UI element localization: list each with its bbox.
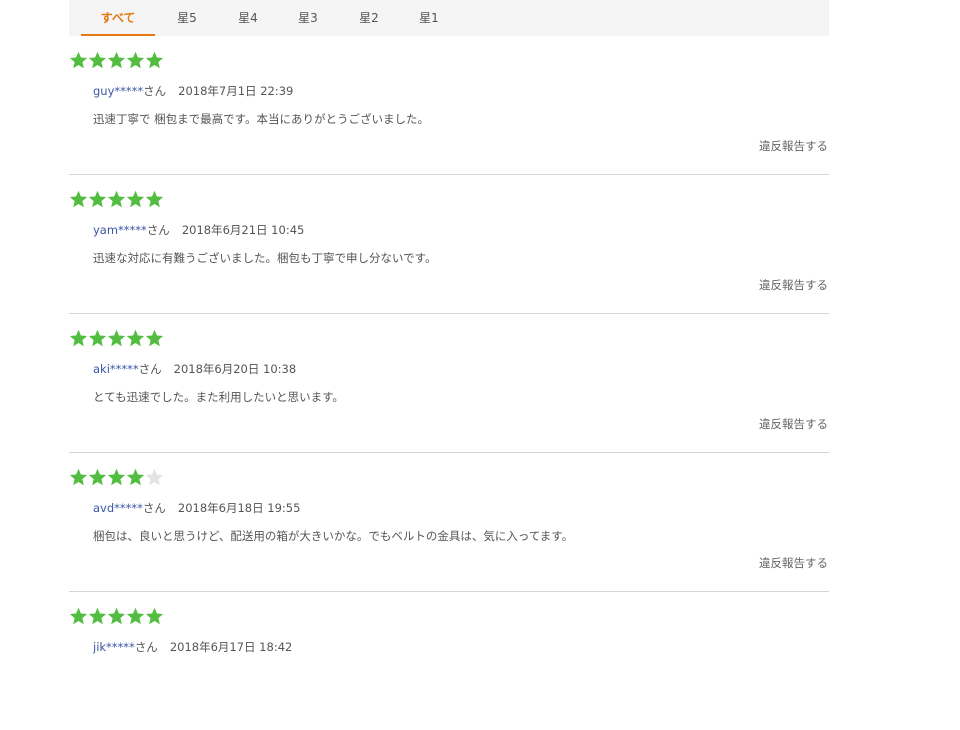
star-rating [69,607,164,627]
reviewer-name[interactable]: yam***** [93,223,147,237]
report-link[interactable]: 違反報告する [759,416,828,432]
star-filled-icon [88,190,107,208]
star-filled-icon [69,51,88,69]
star-filled-icon [69,190,88,208]
reviewer-name[interactable]: aki***** [93,362,139,376]
review-item: guy*****さん 2018年7月1日 22:39 迅速丁寧で 梱包まで最高です… [69,36,829,175]
tab-star-5[interactable]: 星5 [173,0,201,36]
star-filled-icon [145,607,164,625]
reviewer-suffix: さん [142,501,166,515]
reviewer-suffix: さん [143,84,167,98]
star-rating [69,329,164,349]
star-filled-icon [107,468,126,486]
review-meta: guy*****さん 2018年7月1日 22:39 [93,83,293,99]
tab-star-1[interactable]: 星1 [415,0,443,36]
report-link[interactable]: 違反報告する [759,555,828,571]
tab-star-4[interactable]: 星4 [234,0,262,36]
review-meta: aki*****さん 2018年6月20日 10:38 [93,361,296,377]
review-text: 迅速な対応に有難うございました。梱包も丁寧で申し分ないです。 [93,251,437,265]
reviewer-name[interactable]: avd***** [93,501,143,515]
star-rating [69,51,164,71]
reviewer-suffix: さん [146,223,170,237]
review-text: 梱包は、良いと思うけど、配送用の箱が大きいかな。でもベルトの金具は、気に入ってま… [93,529,574,543]
star-filled-icon [107,190,126,208]
star-filled-icon [69,329,88,347]
reviewer-suffix: さん [138,362,162,376]
star-filled-icon [126,468,145,486]
star-filled-icon [88,468,107,486]
star-rating [69,190,164,210]
review-list: guy*****さん 2018年7月1日 22:39 迅速丁寧で 梱包まで最高です… [69,36,829,730]
report-link[interactable]: 違反報告する [759,277,828,293]
star-rating [69,468,164,488]
rating-filter-tabs: すべて 星5 星4 星3 星2 星1 [69,0,829,36]
star-filled-icon [126,607,145,625]
review-item: aki*****さん 2018年6月20日 10:38 とても迅速でした。また利用… [69,314,829,453]
tab-star-3[interactable]: 星3 [294,0,322,36]
review-panel: すべて 星5 星4 星3 星2 星1 guy*****さん 2018年7月1日 2… [69,0,829,730]
star-filled-icon [107,329,126,347]
star-filled-icon [145,190,164,208]
star-filled-icon [145,51,164,69]
star-filled-icon [88,607,107,625]
star-filled-icon [88,51,107,69]
star-filled-icon [69,607,88,625]
tab-star-2[interactable]: 星2 [355,0,383,36]
tab-all[interactable]: すべて [81,0,155,36]
review-text: とても迅速でした。また利用したいと思います。 [93,390,344,404]
review-item: jik*****さん 2018年6月17日 18:42 [69,592,829,730]
star-filled-icon [126,329,145,347]
review-date: 2018年6月18日 19:55 [177,501,301,515]
review-date: 2018年7月1日 22:39 [178,84,294,98]
review-date: 2018年6月17日 18:42 [169,640,293,654]
review-date: 2018年6月20日 10:38 [173,362,297,376]
star-filled-icon [145,329,164,347]
review-meta: avd*****さん 2018年6月18日 19:55 [93,500,300,516]
star-filled-icon [107,51,126,69]
star-filled-icon [107,607,126,625]
reviewer-suffix: さん [134,640,158,654]
star-filled-icon [69,468,88,486]
review-meta: jik*****さん 2018年6月17日 18:42 [93,639,292,655]
review-date: 2018年6月21日 10:45 [181,223,305,237]
review-text: 迅速丁寧で 梱包まで最高です。本当にありがとうございました。 [93,112,430,126]
reviewer-name[interactable]: jik***** [93,640,135,654]
review-meta: yam*****さん 2018年6月21日 10:45 [93,222,304,238]
star-empty-icon [145,468,164,486]
review-item: yam*****さん 2018年6月21日 10:45 迅速な対応に有難うございま… [69,175,829,314]
star-filled-icon [88,329,107,347]
review-item: avd*****さん 2018年6月18日 19:55 梱包は、良いと思うけど、配… [69,453,829,592]
star-filled-icon [126,51,145,69]
star-filled-icon [126,190,145,208]
reviewer-name[interactable]: guy***** [93,84,143,98]
report-link[interactable]: 違反報告する [759,138,828,154]
